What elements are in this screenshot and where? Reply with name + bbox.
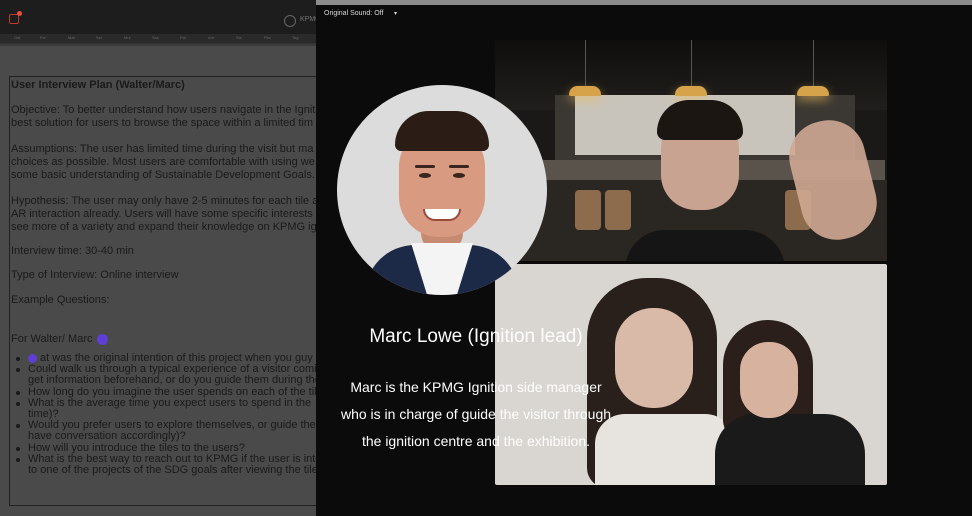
user-avatar-icon[interactable] [28,353,37,363]
list-item: What is the best way to reach out to KPM… [14,454,324,465]
bullet-icon [16,446,20,451]
participant-body [715,414,865,485]
portrait-eye [419,173,431,178]
hypothesis-line: Hypothesis: The user may only have 2-5 m… [11,195,319,207]
for-walter-marc-heading: For Walter/ Marc [11,333,321,346]
participant-face [740,342,798,418]
bullet-icon [16,357,20,361]
question-text: to one of the projects of the SDG goals … [28,465,318,477]
question-text: How long do you imagine the user spends … [28,386,323,398]
list-item: time)? [14,409,324,420]
list-item: What is the average time you expect user… [14,398,324,409]
ruler-mark: Pks [264,35,271,40]
person-description-line: the ignition centre and the exhibition. [361,433,591,449]
kpmg-logo-icon [284,15,296,27]
question-text: time)? [28,409,59,421]
portrait-hair [395,111,489,151]
pendant-lamp-icon [569,86,601,96]
bullet-icon [16,457,20,462]
bullet-icon [16,401,20,406]
question-text: Would you prefer users to explore themse… [28,420,316,432]
ruler-mark: Pal [180,35,186,40]
question-list: at was the original intention of this pr… [14,353,324,476]
question-text: at was the original intention of this pr… [40,353,313,364]
objective-line: best solution for users to browse the sp… [11,117,314,129]
lamp-cord [691,40,692,86]
ruler-mark: Tag [292,35,299,40]
portrait-eye [453,173,465,178]
bar-stool [575,190,601,230]
list-item: How long do you imagine the user spends … [14,387,324,398]
interview-type: Type of Interview: Online interview [11,269,179,281]
portrait-brow [415,165,435,168]
list-item: get information beforehand, or do you gu… [14,375,324,386]
participant-body [625,230,785,261]
person-name-title: Marc Lowe (Ignition lead) [369,326,583,347]
list-item: to one of the projects of the SDG goals … [14,465,324,476]
ruler-mark: Pxl [40,35,46,40]
list-item: Would you prefer users to explore themse… [14,420,324,431]
objective-line: Objective: To better understand how user… [11,104,318,116]
hypothesis-line: see more of a variety and expand their k… [11,221,317,233]
interview-time: Interview time: 30-40 min [11,245,134,257]
profile-portrait [337,85,547,295]
assumptions-line: some basic understanding of Sustainable … [11,169,315,181]
ruler-mark: Ost [14,35,21,40]
pendant-lamp-icon [797,86,829,96]
question-text: What is the best way to reach out to KPM… [28,453,322,465]
ruler-mark: Sss [152,35,159,40]
ruler-mark: Ars [208,35,214,40]
question-text: get information beforehand, or do you gu… [28,375,321,387]
for-walter-marc-label: For Walter/ Marc [11,333,93,345]
ruler-mark: Mat [68,35,75,40]
person-description-line: Marc is the KPMG Ignition side manager [350,379,602,395]
original-sound-toggle[interactable]: Original Sound: Off [324,10,383,17]
ruler-mark: Sel [96,35,102,40]
bullet-icon [16,424,20,429]
document-title: User Interview Plan (Walter/Marc) [11,79,185,91]
bullet-icon [16,368,20,373]
participant-hair [657,100,743,140]
portrait-brow [449,165,469,168]
user-avatar-icon[interactable] [96,333,108,345]
question-text: How will you introduce the tiles to the … [28,442,246,454]
document-window: KPMG Ost Pxl Mat Sel Mul Sss Pal Ars Sts… [0,0,330,516]
chevron-down-icon[interactable]: ▾ [394,10,397,17]
list-item: Could walk us through a typical experien… [14,364,324,375]
question-text: Could walk us through a typical experien… [28,364,317,376]
assumptions-line: Assumptions: The user has limited time d… [11,143,314,155]
assumptions-line: choices as possible. Most users are comf… [11,156,315,168]
list-item: at was the original intention of this pr… [14,353,324,364]
example-questions-heading: Example Questions: [11,294,110,306]
document-ruler: Ost Pxl Mat Sel Mul Sss Pal Ars Sts Pks … [0,34,330,44]
ruler-mark: Sts [236,35,242,40]
record-icon[interactable] [9,11,22,24]
lamp-cord [585,40,586,86]
ruler-mark: Mul [124,35,131,40]
hypothesis-line: AR interaction already. Users will have … [11,208,319,220]
portrait-smile [423,209,461,221]
person-description-line: who is in charge of guide the visitor th… [340,406,612,422]
bar-stool [605,190,631,230]
question-text: have conversation accordingly)? [28,431,186,443]
bullet-icon [16,390,20,395]
question-text: What is the average time you expect user… [28,397,312,409]
document-toolbar: KPMG [0,0,330,34]
video-tile-participant-2[interactable] [495,264,887,485]
list-item: have conversation accordingly)? [14,431,324,442]
pendant-lamp-icon [675,86,707,96]
video-tile-participant-1[interactable] [495,40,887,261]
lamp-cord [813,40,814,86]
list-item: How will you introduce the tiles to the … [14,443,324,454]
